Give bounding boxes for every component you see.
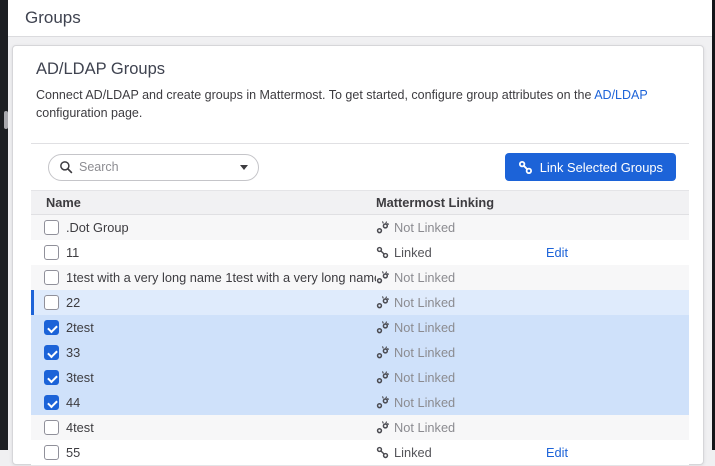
name-cell: 4test [31, 420, 376, 435]
name-cell: 44 [31, 395, 376, 410]
table-row[interactable]: 22 Not Linked [31, 290, 689, 315]
description-text-suffix: configuration page. [36, 106, 142, 120]
link-selected-groups-button[interactable]: Link Selected Groups [505, 153, 676, 181]
unlinked-icon [376, 396, 389, 409]
name-cell: 1test with a very long name 1test with a… [31, 270, 376, 285]
linking-cell: Not Linked [376, 295, 546, 310]
table-row[interactable]: 1test with a very long name 1test with a… [31, 265, 689, 290]
table-row[interactable]: 11 Linked Edit [31, 240, 689, 265]
column-header-linking: Mattermost Linking [376, 195, 546, 210]
group-name: 3test [66, 370, 94, 385]
table-row[interactable]: 44 Not Linked [31, 390, 689, 415]
linking-cell: Linked [376, 245, 546, 260]
linked-icon [376, 446, 389, 459]
linking-status: Not Linked [394, 395, 455, 410]
linking-status: Not Linked [394, 270, 455, 285]
name-cell: .Dot Group [31, 220, 376, 235]
actions-cell: Edit [546, 245, 689, 260]
row-checkbox[interactable] [44, 270, 59, 285]
linking-status: Linked [394, 245, 432, 260]
linking-cell: Not Linked [376, 370, 546, 385]
chain-link-icon [518, 160, 533, 175]
link-button-label: Link Selected Groups [540, 160, 663, 175]
row-checkbox[interactable] [44, 320, 59, 335]
linking-status: Not Linked [394, 320, 455, 335]
linking-status: Not Linked [394, 420, 455, 435]
search-filter-caret-icon[interactable] [240, 165, 248, 170]
linking-cell: Not Linked [376, 320, 546, 335]
page-header: Groups [8, 0, 712, 37]
group-name: 55 [66, 445, 80, 460]
table-row[interactable]: 3test Not Linked [31, 365, 689, 390]
group-name: 22 [66, 295, 80, 310]
group-name: 11 [66, 245, 79, 260]
row-checkbox[interactable] [44, 420, 59, 435]
linking-status: Not Linked [394, 295, 455, 310]
name-cell: 22 [31, 295, 376, 310]
table-row[interactable]: 4test Not Linked [31, 415, 689, 440]
edit-link[interactable]: Edit [546, 445, 568, 460]
unlinked-icon [376, 321, 389, 334]
row-checkbox[interactable] [44, 295, 59, 310]
unlinked-icon [376, 271, 389, 284]
linking-cell: Not Linked [376, 270, 546, 285]
linking-cell: Not Linked [376, 345, 546, 360]
groups-panel: Link Selected Groups Name Mattermost Lin… [31, 143, 689, 466]
linking-status: Not Linked [394, 220, 455, 235]
actions-cell: Edit [546, 445, 689, 460]
group-name: .Dot Group [66, 220, 129, 235]
card-description: Connect AD/LDAP and create groups in Mat… [36, 86, 680, 122]
table-header: Name Mattermost Linking [31, 190, 689, 215]
sidebar-edge [0, 0, 8, 450]
group-name: 2test [66, 320, 94, 335]
unlinked-icon [376, 221, 389, 234]
row-checkbox[interactable] [44, 395, 59, 410]
unlinked-icon [376, 421, 389, 434]
description-text: Connect AD/LDAP and create groups in Mat… [36, 88, 594, 102]
group-name: 33 [66, 345, 80, 360]
groups-toolbar: Link Selected Groups [31, 144, 689, 190]
column-header-name: Name [31, 195, 376, 210]
name-cell: 11 [31, 245, 376, 260]
unlinked-icon [376, 371, 389, 384]
table-body: .Dot Group Not Linked 11 Linked [31, 215, 689, 466]
group-name: 4test [66, 420, 94, 435]
linking-status: Not Linked [394, 345, 455, 360]
name-cell: 2test [31, 320, 376, 335]
table-row[interactable]: 55 Linked Edit [31, 440, 689, 465]
table-row[interactable]: 33 Not Linked [31, 340, 689, 365]
table-row[interactable]: 2test Not Linked [31, 315, 689, 340]
linking-status: Not Linked [394, 370, 455, 385]
linking-cell: Not Linked [376, 420, 546, 435]
name-cell: 55 [31, 445, 376, 460]
row-checkbox[interactable] [44, 345, 59, 360]
edit-link[interactable]: Edit [546, 245, 568, 260]
adldap-groups-card: AD/LDAP Groups Connect AD/LDAP and creat… [12, 45, 704, 465]
page-title: Groups [25, 8, 81, 28]
sidebar-scrollbar-handle[interactable] [4, 111, 8, 129]
linking-cell: Not Linked [376, 395, 546, 410]
unlinked-icon [376, 296, 389, 309]
name-cell: 3test [31, 370, 376, 385]
name-cell: 33 [31, 345, 376, 360]
search-icon [59, 160, 73, 174]
unlinked-icon [376, 346, 389, 359]
card-title: AD/LDAP Groups [36, 60, 680, 79]
search-input[interactable] [79, 160, 234, 174]
adldap-config-link[interactable]: AD/LDAP [594, 88, 647, 102]
linking-status: Linked [394, 445, 432, 460]
group-name: 44 [66, 395, 80, 410]
row-checkbox[interactable] [44, 370, 59, 385]
linked-icon [376, 246, 389, 259]
search-box[interactable] [48, 154, 259, 181]
linking-cell: Not Linked [376, 220, 546, 235]
table-row[interactable]: .Dot Group Not Linked [31, 215, 689, 240]
row-checkbox[interactable] [44, 220, 59, 235]
linking-cell: Linked [376, 445, 546, 460]
row-checkbox[interactable] [44, 445, 59, 460]
row-checkbox[interactable] [44, 245, 59, 260]
group-name: 1test with a very long name 1test with a… [66, 270, 376, 285]
